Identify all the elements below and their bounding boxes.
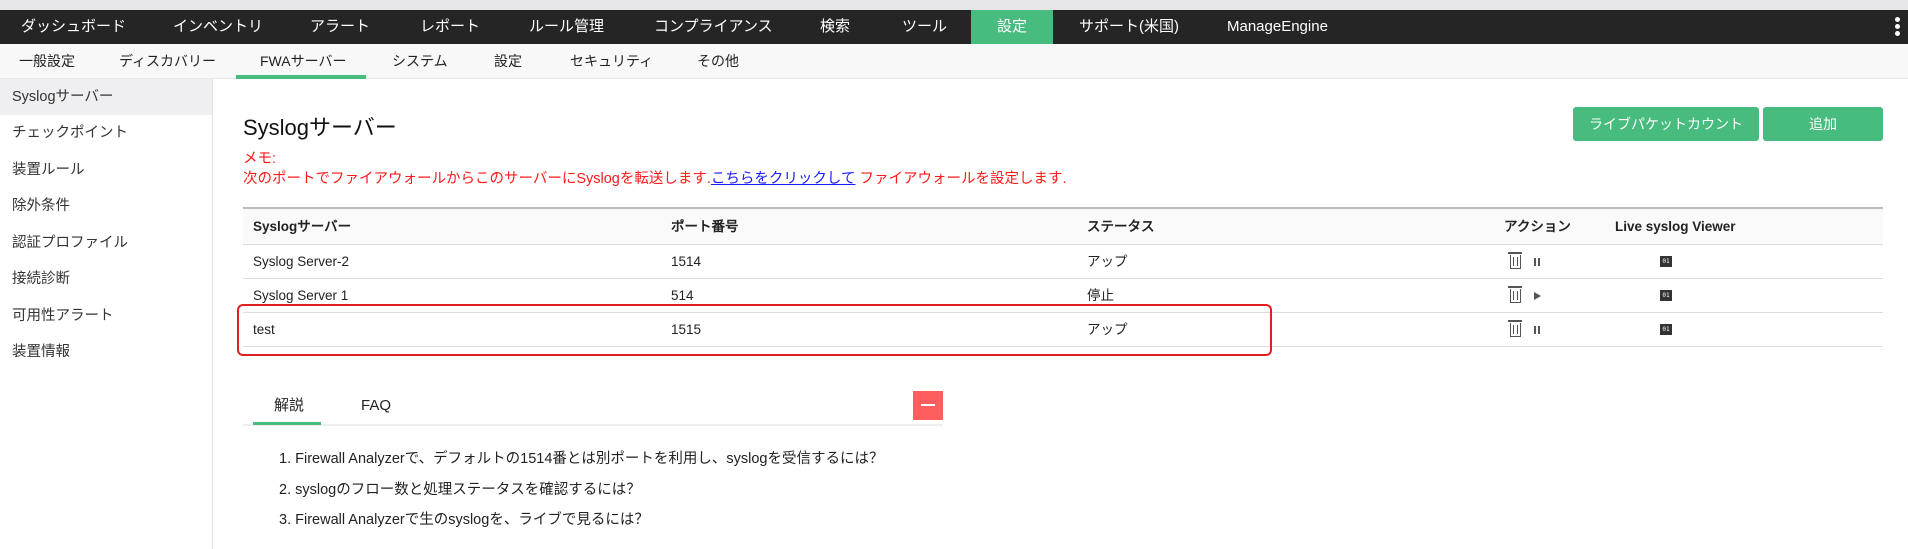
tab-faq[interactable]: FAQ — [361, 394, 391, 422]
live-syslog-viewer-icon[interactable]: 01 — [1660, 290, 1672, 301]
add-button[interactable]: 追加 — [1763, 107, 1883, 141]
nav-inventory[interactable]: インベントリ — [173, 10, 263, 44]
sidebar-item-checkpoint[interactable]: チェックポイント — [0, 115, 212, 151]
subnav-fwa-server[interactable]: FWAサーバー — [260, 44, 346, 79]
nav-tools[interactable]: ツール — [902, 10, 947, 44]
sidebar-item-availability-alert[interactable]: 可用性アラート — [0, 298, 212, 334]
live-packet-count-button[interactable]: ライブパケットカウント — [1573, 107, 1759, 141]
header-port: ポート番号 — [671, 219, 739, 234]
sidebar: Syslogサーバー チェックポイント 装置ルール 除外条件 認証プロファイル … — [0, 79, 213, 549]
sidebar-item-syslog-server[interactable]: Syslogサーバー — [0, 79, 212, 115]
nav-dashboard[interactable]: ダッシュボード — [21, 10, 126, 44]
nav-compliance[interactable]: コンプライアンス — [654, 10, 773, 44]
faq-item[interactable]: 2. syslogのフロー数と処理ステータスを確認するには？ — [279, 478, 641, 499]
subnav-general[interactable]: 一般設定 — [19, 44, 75, 79]
sidebar-item-device-info[interactable]: 装置情報 — [0, 334, 212, 370]
table-row: Syslog Server-2 1514 アップ 01 — [243, 245, 1883, 279]
header-action: アクション — [1504, 219, 1571, 234]
subnav-settings[interactable]: 設定 — [494, 44, 522, 79]
header-status: ステータス — [1087, 219, 1155, 234]
sidebar-item-connection-diagnosis[interactable]: 接続診断 — [0, 261, 212, 297]
faq-item[interactable]: 1. Firewall Analyzerで、デフォルトの1514番とは別ポートを… — [279, 447, 884, 468]
nav-reports[interactable]: レポート — [420, 10, 480, 44]
live-syslog-viewer-icon[interactable]: 01 — [1660, 256, 1672, 267]
live-syslog-viewer-icon[interactable]: 01 — [1660, 324, 1672, 335]
sidebar-item-auth-profile[interactable]: 認証プロファイル — [0, 225, 212, 261]
nav-alerts[interactable]: アラート — [310, 10, 370, 44]
port: 1514 — [671, 254, 702, 269]
subnav-other[interactable]: その他 — [697, 44, 739, 79]
subnav-system[interactable]: システム — [392, 44, 448, 79]
header-syslog-server: Syslogサーバー — [253, 219, 352, 234]
sidebar-item-exclusions[interactable]: 除外条件 — [0, 188, 212, 224]
faq-item[interactable]: 3. Firewall Analyzerで生のsyslogを、ライブで見るには？ — [279, 508, 649, 529]
memo-text-before: 次のポートでファイアウォールからこのサーバーにSyslogを転送します. — [243, 171, 711, 187]
delete-icon[interactable] — [1508, 286, 1522, 303]
header-live-viewer: Live syslog Viewer — [1615, 219, 1736, 234]
collapse-button[interactable] — [913, 391, 943, 420]
highlight-box — [237, 304, 1272, 356]
subnav-discovery[interactable]: ディスカバリー — [119, 44, 216, 79]
nav-support[interactable]: サポート(米国) — [1079, 10, 1179, 44]
memo-text: 次のポートでファイアウォールからこのサーバーにSyslogを転送します.こちらを… — [243, 167, 1067, 188]
nav-search[interactable]: 検索 — [820, 10, 850, 44]
play-icon[interactable] — [1534, 292, 1541, 300]
server-name: Syslog Server-2 — [253, 254, 350, 269]
subnav-security[interactable]: セキュリティ — [570, 44, 653, 79]
top-navigation: ダッシュボード インベントリ アラート レポート ルール管理 コンプライアンス … — [0, 10, 1908, 44]
more-menu-icon[interactable] — [1894, 17, 1902, 37]
pause-icon[interactable] — [1534, 258, 1540, 266]
nav-manageengine[interactable]: ManageEngine — [1227, 10, 1328, 44]
active-help-tab-indicator — [253, 422, 321, 425]
status: アップ — [1087, 254, 1128, 269]
delete-icon[interactable] — [1508, 320, 1522, 337]
configure-firewall-link[interactable]: こちらをクリックして — [711, 171, 856, 187]
page-title: Syslogサーバー — [243, 115, 397, 140]
nav-rule-management[interactable]: ルール管理 — [529, 10, 604, 44]
pause-icon[interactable] — [1534, 326, 1540, 334]
memo-text-after: ファイアウォールを設定します. — [855, 171, 1067, 187]
sidebar-item-device-rules[interactable]: 装置ルール — [0, 152, 212, 188]
table-header: Syslogサーバー ポート番号 ステータス アクション Live syslog… — [243, 207, 1883, 245]
nav-settings[interactable]: 設定 — [971, 10, 1053, 44]
memo-label: メモ: — [243, 151, 277, 167]
help-tab-divider — [243, 424, 943, 426]
tab-explanation[interactable]: 解説 — [274, 394, 304, 422]
delete-icon[interactable] — [1508, 252, 1522, 269]
sub-navigation: 一般設定 ディスカバリー FWAサーバー システム 設定 セキュリティ その他 — [0, 44, 1908, 79]
